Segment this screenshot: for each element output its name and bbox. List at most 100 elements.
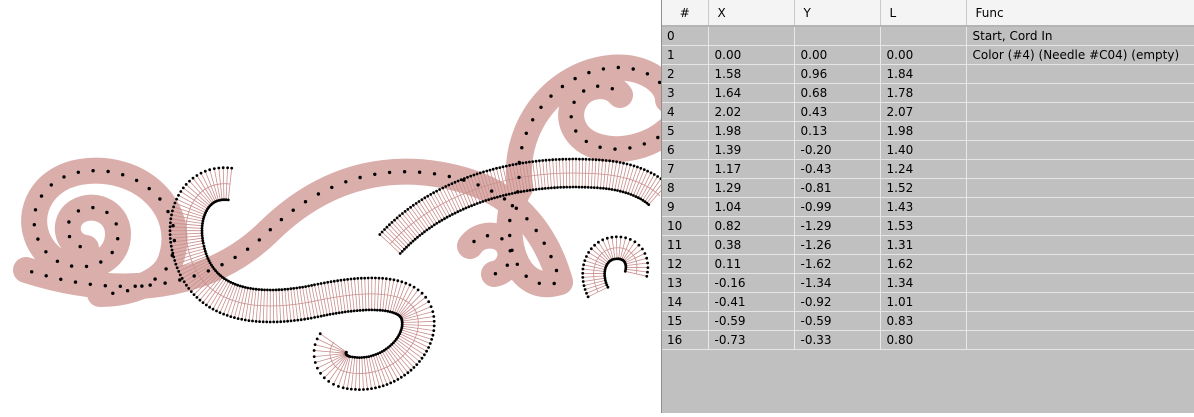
needle-point <box>643 252 647 255</box>
needle-point <box>642 142 646 146</box>
needle-point <box>185 283 188 287</box>
needle-point <box>594 158 598 162</box>
x-cell: 1.98 <box>708 121 795 141</box>
x-cell: 1.29 <box>708 178 795 198</box>
needle-point <box>215 309 218 313</box>
needle-point <box>549 254 553 259</box>
needle-point <box>432 329 436 332</box>
x-cell: 1.64 <box>708 83 795 103</box>
function-cell <box>966 311 1194 331</box>
needle-point <box>218 311 222 314</box>
column-header-x[interactable]: X <box>708 0 795 27</box>
needle-point <box>647 203 651 207</box>
table-row[interactable]: 15 -0.59 -0.59 0.83 <box>662 311 1194 331</box>
needle-point <box>592 186 596 190</box>
needle-point <box>203 249 207 253</box>
table-row[interactable]: 1 0.00 0.00 0.00 Color (#4) (Needle #C04) (e… <box>662 45 1194 65</box>
table-row[interactable]: 5 1.98 0.13 1.98 <box>662 121 1194 141</box>
needle-point <box>616 65 620 70</box>
needle-point <box>470 204 473 208</box>
table-row[interactable]: 8 1.29 -0.81 1.52 <box>662 178 1194 198</box>
table-row[interactable]: 13 -0.16 -1.34 1.34 <box>662 273 1194 293</box>
needle-point <box>430 338 434 341</box>
needle-point <box>518 162 521 166</box>
table-row[interactable]: 11 0.38 -1.26 1.31 <box>662 235 1194 255</box>
needle-point <box>212 167 216 171</box>
length-cell: 0.00 <box>880 45 967 65</box>
needle-point <box>203 169 207 173</box>
needle-point <box>641 247 644 251</box>
needle-point <box>55 259 60 263</box>
y-cell: 0.43 <box>794 102 881 122</box>
needle-point <box>510 204 515 208</box>
needle-point <box>517 175 521 180</box>
function-cell <box>966 330 1194 350</box>
needle-point <box>381 309 385 312</box>
embroidery-design-canvas[interactable] <box>0 0 681 413</box>
function-cell <box>966 273 1194 293</box>
needle-point <box>346 278 349 281</box>
needle-point <box>200 229 204 233</box>
needle-point <box>558 158 561 161</box>
needle-point <box>208 305 212 309</box>
needle-point <box>569 115 573 119</box>
needle-point <box>271 288 275 292</box>
table-row[interactable]: 4 2.02 0.43 2.07 <box>662 102 1194 122</box>
table-row[interactable]: 16 -0.73 -0.33 0.80 <box>662 330 1194 350</box>
satin-radial-lines <box>170 158 668 390</box>
needle-point <box>304 285 307 288</box>
needle-point <box>32 223 36 227</box>
needle-point <box>405 245 408 249</box>
needle-point <box>495 166 498 170</box>
needle-point <box>534 228 538 233</box>
small-curl-cord <box>457 222 524 287</box>
y-cell: -0.43 <box>794 159 881 179</box>
table-row[interactable]: 9 1.04 -0.99 1.43 <box>662 197 1194 217</box>
needle-point <box>596 84 600 88</box>
table-row[interactable]: 14 -0.41 -0.92 1.01 <box>662 292 1194 312</box>
index-cell: 10 <box>662 216 709 236</box>
needle-point <box>332 279 336 283</box>
column-header-index[interactable]: # <box>662 0 709 27</box>
table-row[interactable]: 6 1.39 -0.20 1.40 <box>662 140 1194 160</box>
needle-point <box>373 172 377 176</box>
column-header-length[interactable]: L <box>880 0 967 27</box>
needle-point <box>507 192 511 196</box>
column-header-y[interactable]: Y <box>794 0 881 27</box>
needle-point <box>633 240 637 244</box>
length-cell: 1.34 <box>880 273 967 293</box>
needle-point <box>202 244 206 248</box>
needle-point <box>243 286 247 289</box>
needle-point <box>426 194 430 198</box>
needle-point <box>447 183 451 187</box>
needle-point <box>349 387 353 391</box>
index-cell: 3 <box>662 83 709 103</box>
table-row[interactable]: 7 1.17 -0.43 1.24 <box>662 159 1194 179</box>
column-header-function[interactable]: Func <box>966 0 1194 27</box>
table-row[interactable]: 2 1.58 0.96 1.84 <box>662 64 1194 84</box>
stitch-list-panel[interactable]: # X Y L Func 0 Start, Cord In 1 0.00 0.00 0.0… <box>661 0 1194 413</box>
needle-point <box>610 87 614 91</box>
needle-point <box>515 262 519 266</box>
table-row[interactable]: 12 0.11 -1.62 1.62 <box>662 254 1194 274</box>
table-row[interactable]: 10 0.82 -1.29 1.53 <box>662 216 1194 236</box>
needle-point <box>412 285 416 289</box>
table-row[interactable]: 0 Start, Cord In <box>662 26 1194 46</box>
needle-point <box>561 157 565 161</box>
needle-point <box>409 205 412 209</box>
needle-point <box>500 237 504 241</box>
needle-point <box>322 376 326 380</box>
needle-point <box>106 169 110 174</box>
needle-point <box>247 319 251 322</box>
needle-point <box>195 296 199 299</box>
needle-point <box>175 266 179 270</box>
needle-point <box>303 200 308 204</box>
needle-point <box>634 195 638 199</box>
needle-point <box>307 284 310 288</box>
needle-point <box>315 337 319 341</box>
table-row[interactable]: 3 1.64 0.68 1.78 <box>662 83 1194 103</box>
needle-point <box>608 159 611 163</box>
needle-point <box>337 311 341 315</box>
needle-point <box>359 276 363 280</box>
needle-point <box>456 179 460 183</box>
